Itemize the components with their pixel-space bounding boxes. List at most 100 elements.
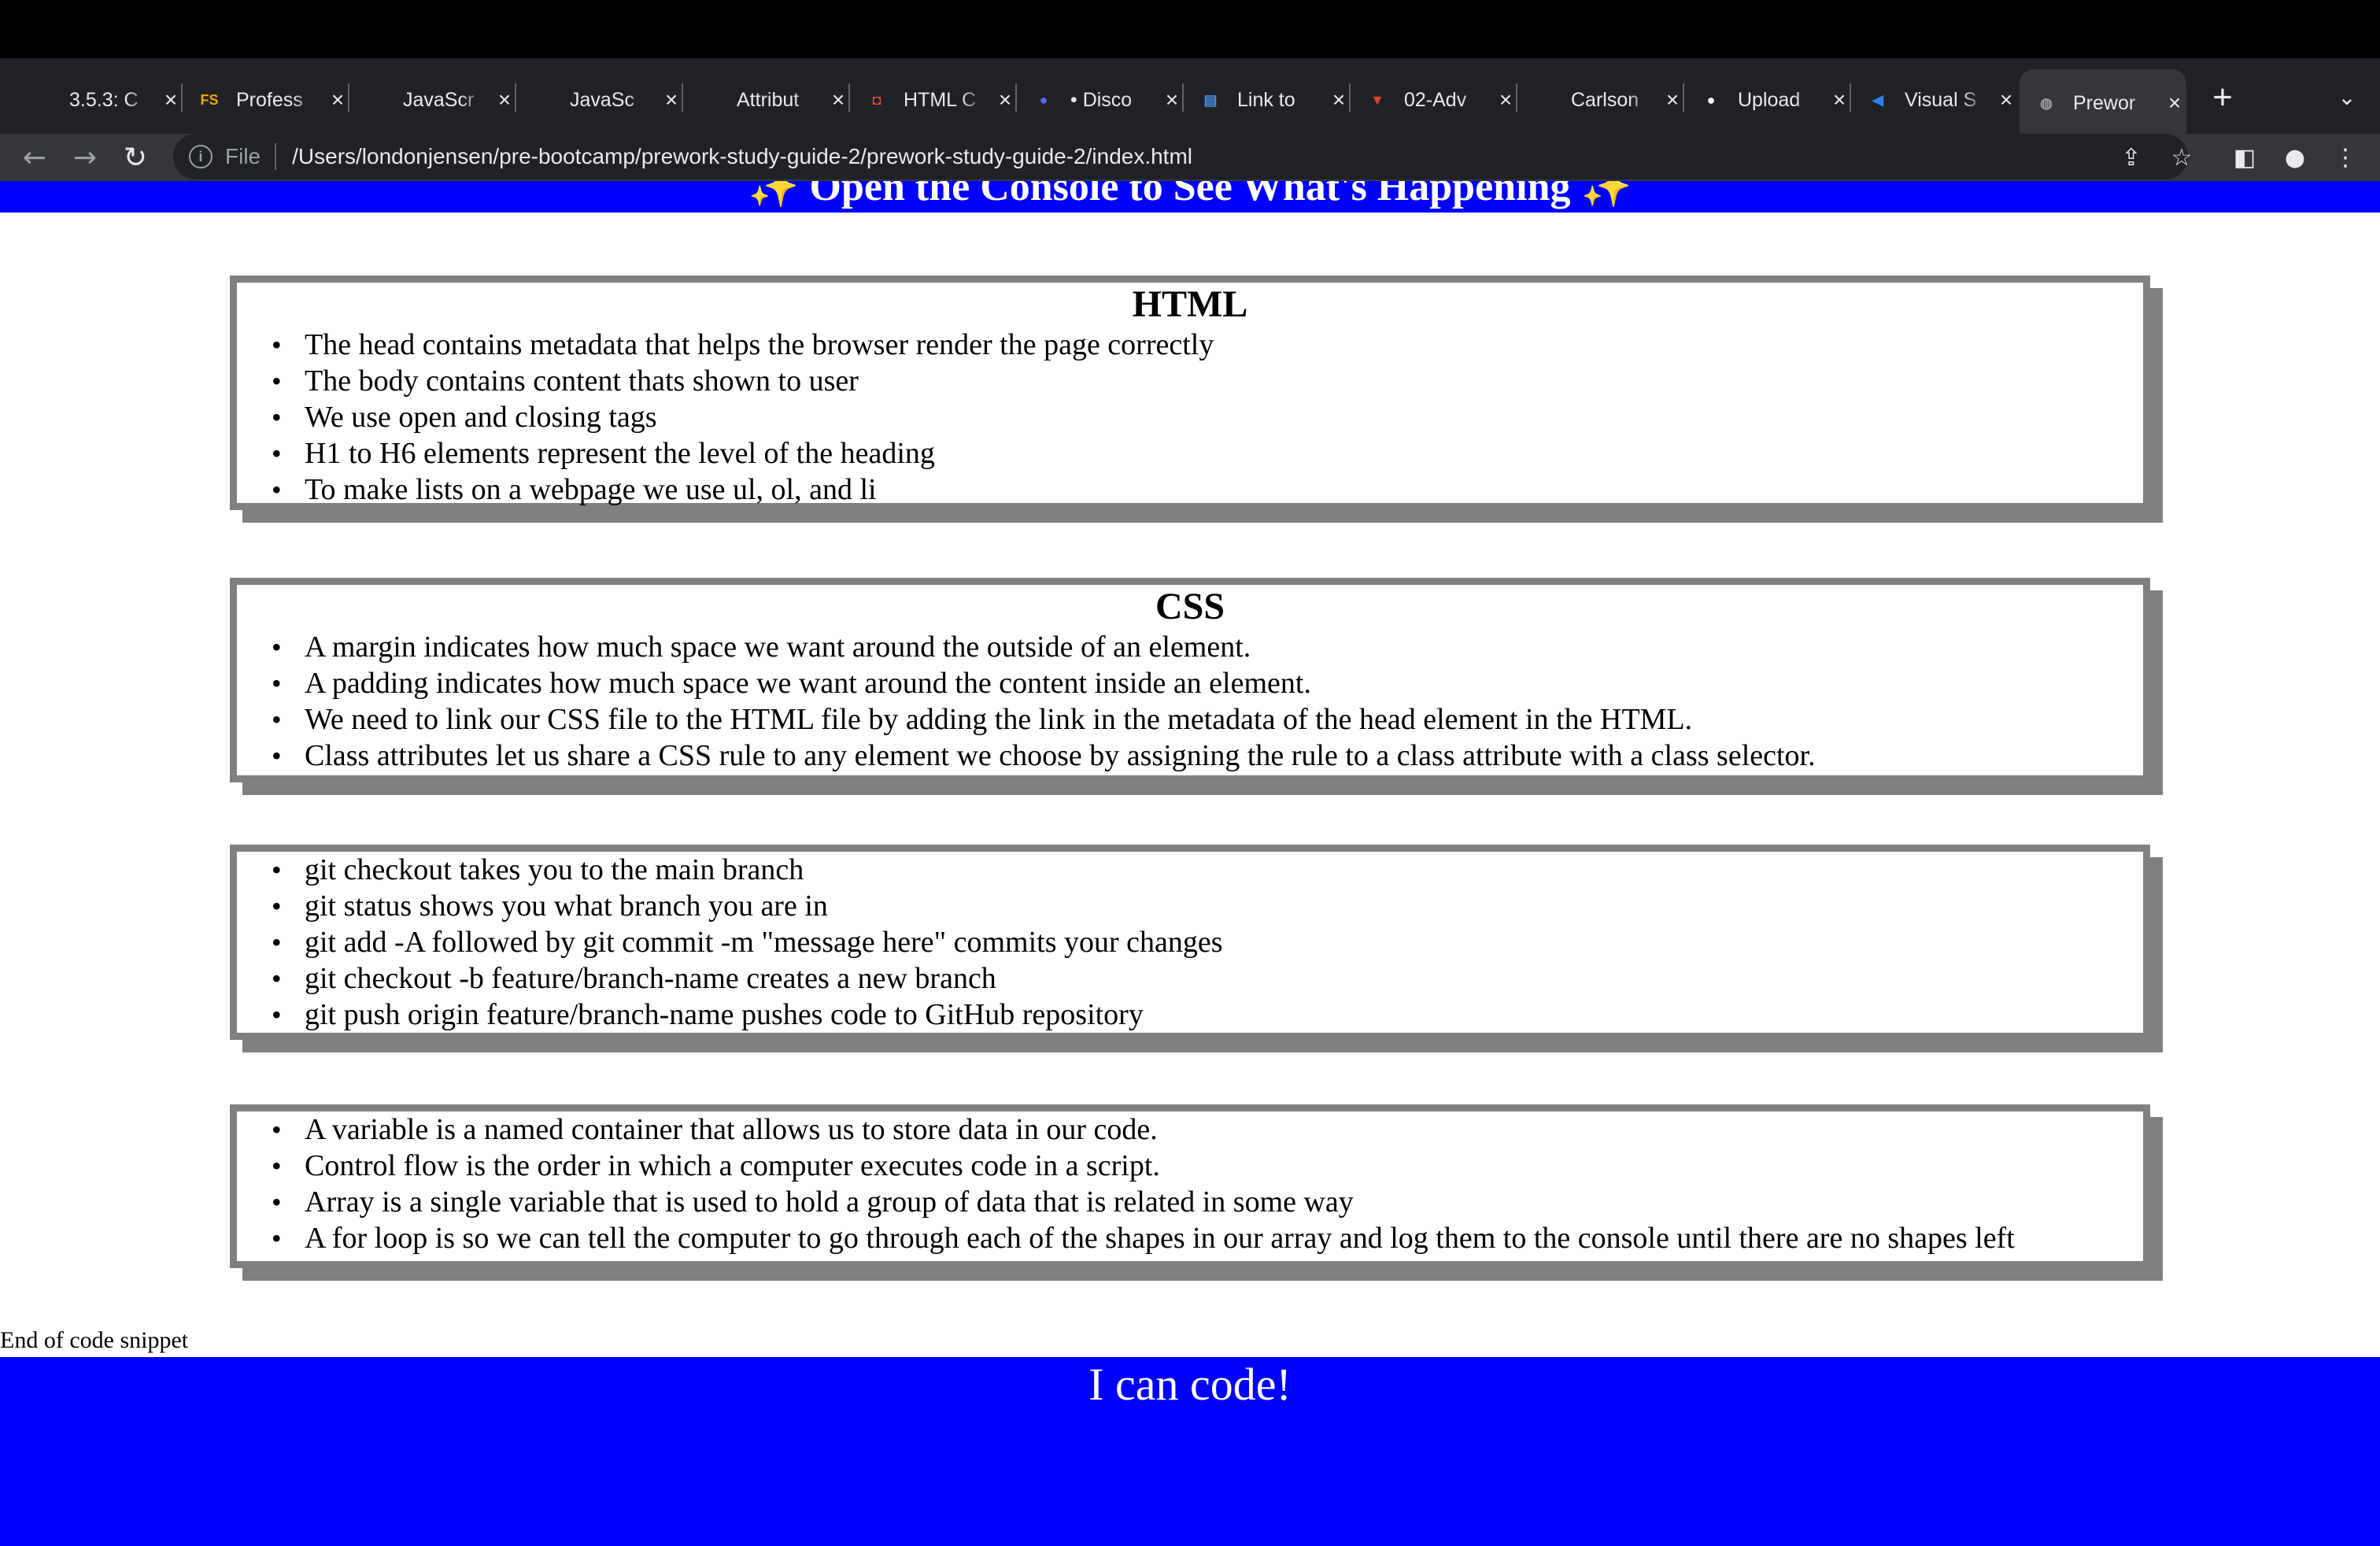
close-icon[interactable]: ×	[2163, 91, 2186, 116]
file-scheme-label: File	[225, 144, 261, 168]
browser-tab[interactable]: M JavaSc ×	[516, 71, 683, 129]
book-icon: ▤	[1203, 91, 1218, 108]
tab-title: Link to	[1237, 88, 1295, 111]
bullet-list: The head contains metadata that helps th…	[272, 327, 2143, 508]
list-item: We need to link our CSS file to the HTML…	[272, 701, 2143, 738]
tab-title: JavaScr	[403, 88, 475, 111]
window-top-bar	[0, 0, 2380, 58]
url-text[interactable]: /Users/londonjensen/pre-bootcamp/prework…	[292, 144, 1192, 169]
study-card: A variable is a named container that all…	[230, 1104, 2150, 1268]
browser-toolbar: ← → ↻ i File /Users/londonjensen/pre-boo…	[0, 134, 2380, 181]
tab-title: Profess	[236, 88, 303, 111]
close-icon[interactable]: ×	[326, 87, 349, 113]
browser-tab[interactable]: ▤ Link to ×	[1184, 71, 1351, 129]
menu-kebab-icon[interactable]: ⋮	[2330, 142, 2361, 173]
address-bar[interactable]: i File /Users/londonjensen/pre-bootcamp/…	[173, 134, 2188, 179]
browser-tab[interactable]: M Attribut ×	[683, 71, 850, 129]
close-icon[interactable]: ×	[660, 87, 683, 113]
gitlab-icon: ▼	[1370, 91, 1384, 108]
browser-tab[interactable]: FS Profess ×	[183, 71, 349, 129]
list-item: We use open and closing tags	[272, 399, 2143, 435]
section-heading: CSS	[1155, 586, 1225, 627]
mdn-icon: M	[537, 91, 549, 108]
browser-tab[interactable]: ▼ 02-Adv ×	[1351, 71, 1517, 129]
tab-title: Attribut	[737, 88, 800, 111]
browser-tab[interactable]: ◀ Visual S ×	[1851, 71, 2018, 129]
fs-icon: FS	[200, 91, 219, 108]
end-note: End of code snippet	[0, 1327, 189, 1353]
forward-arrow-icon[interactable]: →	[66, 139, 104, 176]
tab-title: 02-Adv	[1404, 88, 1467, 111]
browser-tab[interactable]: </> Carlson ×	[1517, 71, 1684, 129]
page-header: ✨ Open the Console to See What's Happeni…	[0, 181, 2380, 213]
list-item: The head contains metadata that helps th…	[272, 327, 2143, 363]
study-card: git checkout takes you to the main branc…	[230, 845, 2150, 1040]
tab-title: JavaSc	[570, 88, 634, 111]
code-icon: </>	[1533, 91, 1555, 108]
close-icon[interactable]: ×	[1661, 87, 1684, 113]
reload-icon[interactable]: ↻	[116, 139, 154, 176]
list-item: A for loop is so we can tell the compute…	[272, 1220, 2143, 1256]
bullet-list: A margin indicates how much space we wan…	[272, 629, 2143, 774]
github-icon: ●	[1706, 91, 1716, 108]
list-item: git status shows you what branch you are…	[272, 888, 2143, 924]
browser-tab[interactable]: M JavaScr ×	[349, 71, 516, 129]
tab-title: • Disco	[1070, 88, 1133, 111]
profile-avatar-icon[interactable]: ●	[2279, 142, 2311, 173]
list-item: The body contains content thats shown to…	[272, 363, 2143, 399]
new-tab-button[interactable]: +	[2204, 78, 2241, 117]
close-icon[interactable]: ×	[1994, 87, 2018, 113]
close-icon[interactable]: ×	[993, 87, 1017, 113]
list-item: H1 to H6 elements represent the level of…	[272, 435, 2143, 472]
list-item: Class attributes let us share a CSS rule…	[272, 738, 2143, 774]
tab-title: Upload	[1738, 88, 1801, 111]
list-item: git checkout -b feature/branch-name crea…	[272, 960, 2143, 997]
list-item: git push origin feature/branch-name push…	[272, 997, 2143, 1033]
address-separator	[275, 143, 277, 170]
close-icon[interactable]: ×	[1160, 87, 1184, 113]
mdn-icon: M	[704, 91, 716, 108]
list-item: git checkout takes you to the main branc…	[272, 852, 2143, 888]
info-icon[interactable]: i	[189, 145, 213, 168]
html-icon: ◘	[872, 91, 881, 108]
footer-text: I can code!	[1088, 1359, 1292, 1410]
list-item: git add -A followed by git commit -m "me…	[272, 924, 2143, 960]
list-item: A variable is a named container that all…	[272, 1111, 2143, 1148]
side-panel-icon[interactable]: ◧	[2229, 142, 2260, 173]
bookmark-star-icon[interactable]: ☆	[2166, 142, 2197, 173]
share-icon[interactable]: ⇪	[2116, 142, 2147, 173]
bullet-list: git checkout takes you to the main branc…	[272, 852, 2143, 1033]
globe-icon: ◍	[2040, 94, 2053, 111]
list-item: To make lists on a webpage we use ul, ol…	[272, 472, 2143, 508]
page-title: ✨ Open the Console to See What's Happeni…	[748, 181, 1632, 209]
close-icon[interactable]: ×	[1828, 87, 1851, 113]
close-icon[interactable]: ×	[826, 87, 850, 113]
list-item: Array is a single variable that is used …	[272, 1184, 2143, 1220]
close-icon[interactable]: ×	[1494, 87, 1517, 113]
section-heading: HTML	[1132, 283, 1248, 325]
back-arrow-icon[interactable]: ←	[16, 139, 54, 176]
close-icon[interactable]: ×	[1327, 87, 1351, 113]
mdn-icon: M	[370, 91, 382, 108]
close-icon[interactable]: ×	[159, 87, 183, 113]
list-item: Control flow is the order in which a com…	[272, 1148, 2143, 1184]
browser-tab[interactable]: ◍ Prewor ×	[2020, 69, 2186, 137]
module-icon	[30, 87, 55, 113]
list-item: A padding indicates how much space we wa…	[272, 665, 2143, 701]
browser-tab[interactable]: 3.5.3: C ×	[16, 71, 183, 129]
tab-strip: 3.5.3: C × FS Profess × M JavaScr × M JavaSc × M Att…	[0, 58, 2380, 137]
tab-search-chevron-icon[interactable]: ⌄	[2328, 79, 2366, 117]
study-card: HTMLThe head contains metadata that help…	[230, 276, 2150, 510]
browser-tab[interactable]: ◘ HTML C ×	[850, 71, 1017, 129]
browser-tab[interactable]: ● Upload ×	[1684, 71, 1851, 129]
page-footer: I can code!	[0, 1357, 2380, 1546]
tab-title: Visual S	[1905, 88, 1977, 111]
tab-title: Carlson	[1571, 88, 1639, 111]
bullet-list: A variable is a named container that all…	[272, 1111, 2143, 1256]
tab-title: 3.5.3: C	[69, 88, 139, 111]
list-item: A margin indicates how much space we wan…	[272, 629, 2143, 665]
browser-tab[interactable]: ● • Disco ×	[1017, 71, 1184, 129]
tab-title: Prewor	[2073, 91, 2136, 114]
close-icon[interactable]: ×	[493, 87, 516, 113]
tab-title: HTML C	[904, 88, 977, 111]
